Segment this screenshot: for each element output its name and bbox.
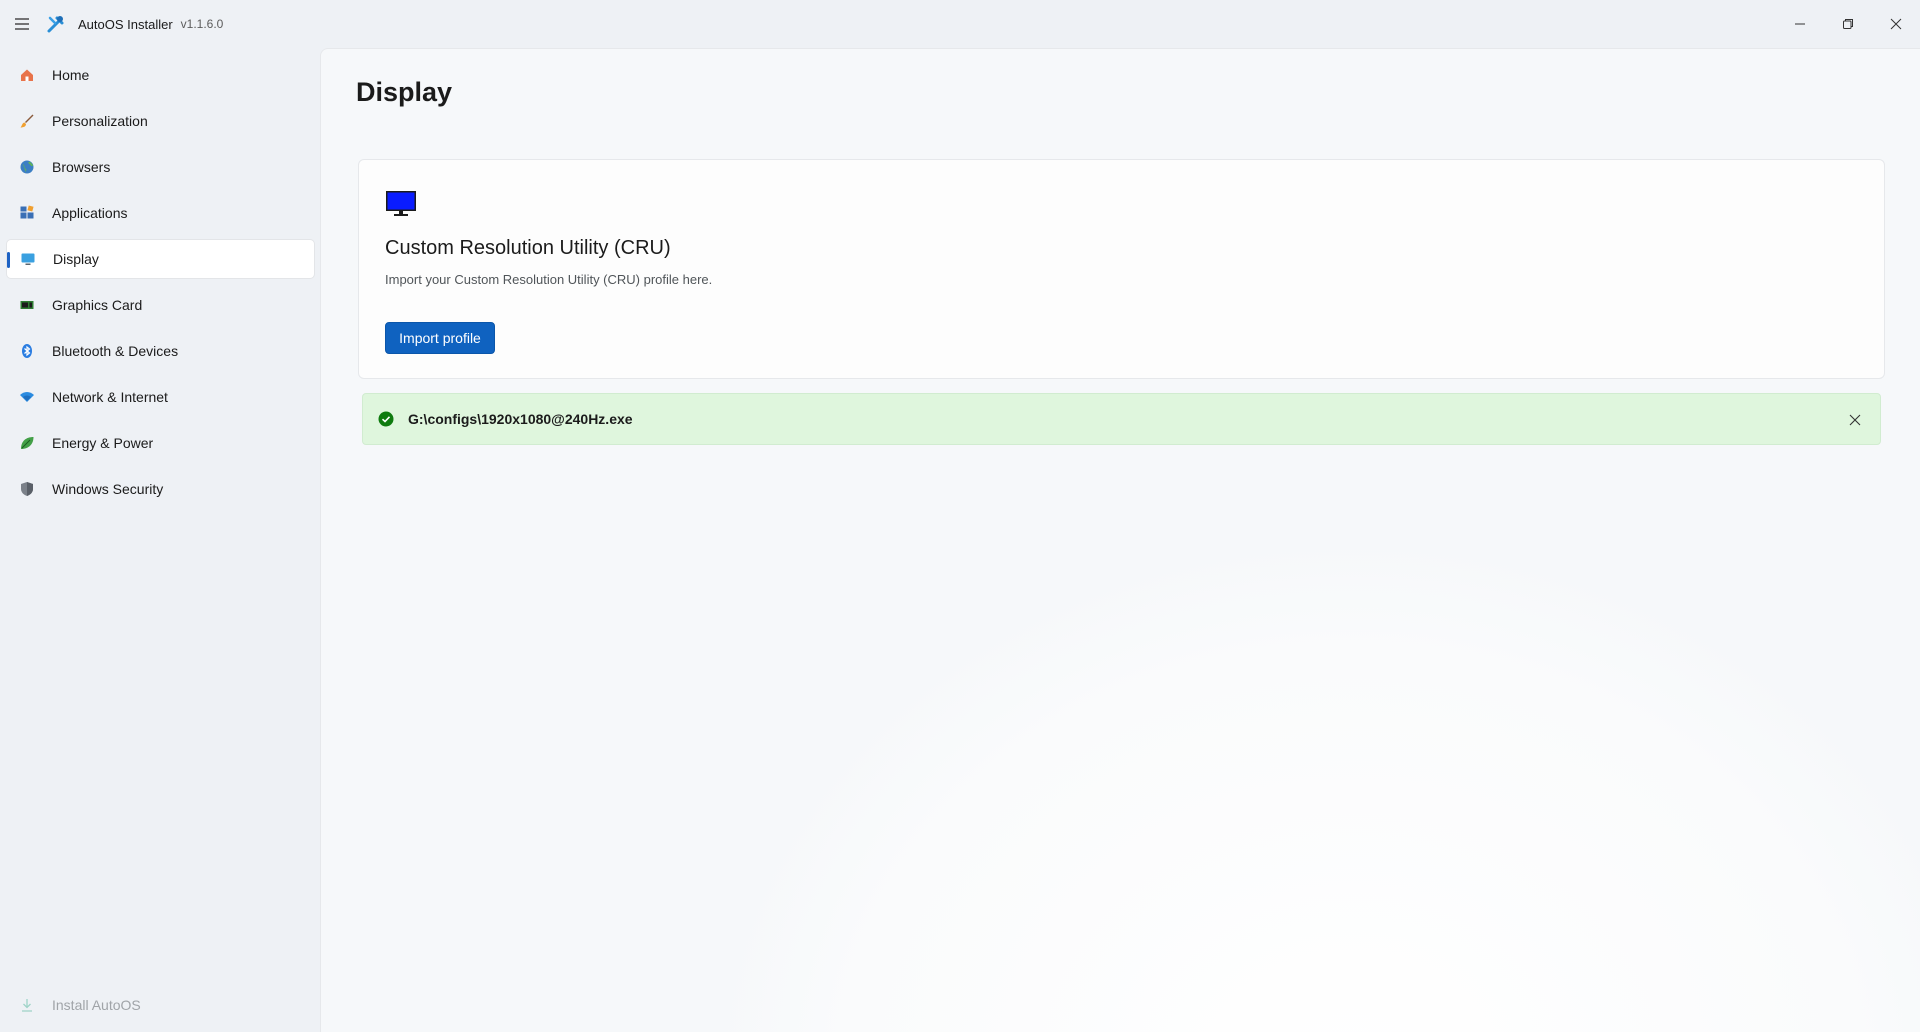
- sidebar-item-label: Windows Security: [52, 481, 164, 497]
- sidebar-item-install-autoos[interactable]: Install AutoOS: [6, 985, 315, 1025]
- bluetooth-icon: [18, 342, 36, 360]
- sidebar-item-bluetooth-devices[interactable]: Bluetooth & Devices: [6, 331, 315, 371]
- app-title: AutoOS Installer: [78, 16, 173, 32]
- sidebar-item-personalization[interactable]: Personalization: [6, 101, 315, 141]
- display-icon: [19, 250, 37, 268]
- monitor-icon: [386, 191, 416, 216]
- sidebar-item-label: Applications: [52, 205, 128, 221]
- sidebar-item-label: Display: [53, 251, 99, 267]
- minimize-icon: [1795, 23, 1805, 25]
- home-icon: [18, 66, 36, 84]
- selection-indicator: [7, 252, 10, 268]
- success-infobar: G:\configs\1920x1080@240Hz.exe: [362, 393, 1881, 445]
- sidebar-item-windows-security[interactable]: Windows Security: [6, 469, 315, 509]
- download-icon: [18, 996, 36, 1014]
- card-description: Import your Custom Resolution Utility (C…: [385, 272, 713, 287]
- globe-icon: [18, 158, 36, 176]
- sidebar-item-label: Home: [52, 67, 90, 83]
- apps-icon: [18, 204, 36, 222]
- wifi-icon: [18, 388, 36, 406]
- sidebar-item-browsers[interactable]: Browsers: [6, 147, 315, 187]
- close-icon: [1890, 18, 1902, 30]
- infobar-message: G:\configs\1920x1080@240Hz.exe: [408, 411, 633, 427]
- window-controls: [1776, 0, 1920, 48]
- sidebar-item-applications[interactable]: Applications: [6, 193, 315, 233]
- minimize-button[interactable]: [1776, 0, 1824, 48]
- sidebar-item-home[interactable]: Home: [6, 55, 315, 95]
- close-window-button[interactable]: [1872, 0, 1920, 48]
- sidebar-item-label: Energy & Power: [52, 435, 154, 451]
- sidebar-item-label: Network & Internet: [52, 389, 168, 405]
- check-circle-icon: [378, 411, 394, 427]
- sidebar-item-label: Browsers: [52, 159, 111, 175]
- brush-icon: [18, 112, 36, 130]
- sidebar-item-graphics-card[interactable]: Graphics Card: [6, 285, 315, 325]
- sidebar-item-energy-power[interactable]: Energy & Power: [6, 423, 315, 463]
- main-content: Display Custom Resolution Utility (CRU) …: [320, 48, 1920, 1032]
- sidebar: Home Personalization Browsers Applicatio…: [0, 48, 320, 1032]
- app-logo-icon: [47, 16, 64, 33]
- page-title: Display: [356, 77, 453, 107]
- title-bar: AutoOS Installer v1.1.6.0: [0, 0, 1920, 48]
- sidebar-item-label: Bluetooth & Devices: [52, 343, 179, 359]
- sidebar-item-network-internet[interactable]: Network & Internet: [6, 377, 315, 417]
- sidebar-item-label: Personalization: [52, 113, 148, 129]
- sidebar-item-display[interactable]: Display: [6, 239, 315, 279]
- hamburger-menu-button[interactable]: [0, 0, 44, 48]
- close-icon: [1849, 414, 1861, 426]
- infobar-close-button[interactable]: [1842, 407, 1868, 433]
- leaf-icon: [18, 434, 36, 452]
- sidebar-item-label: Graphics Card: [52, 297, 143, 313]
- sidebar-item-label: Install AutoOS: [52, 997, 141, 1013]
- gpu-icon: [18, 296, 36, 314]
- hamburger-icon: [15, 18, 29, 30]
- card-title: Custom Resolution Utility (CRU): [385, 237, 671, 259]
- shield-icon: [18, 480, 36, 498]
- import-profile-button[interactable]: Import profile: [385, 322, 495, 354]
- restore-button[interactable]: [1824, 0, 1872, 48]
- app-version: v1.1.6.0: [180, 17, 224, 31]
- cru-card: Custom Resolution Utility (CRU) Import y…: [358, 159, 1885, 379]
- restore-icon: [1843, 19, 1853, 29]
